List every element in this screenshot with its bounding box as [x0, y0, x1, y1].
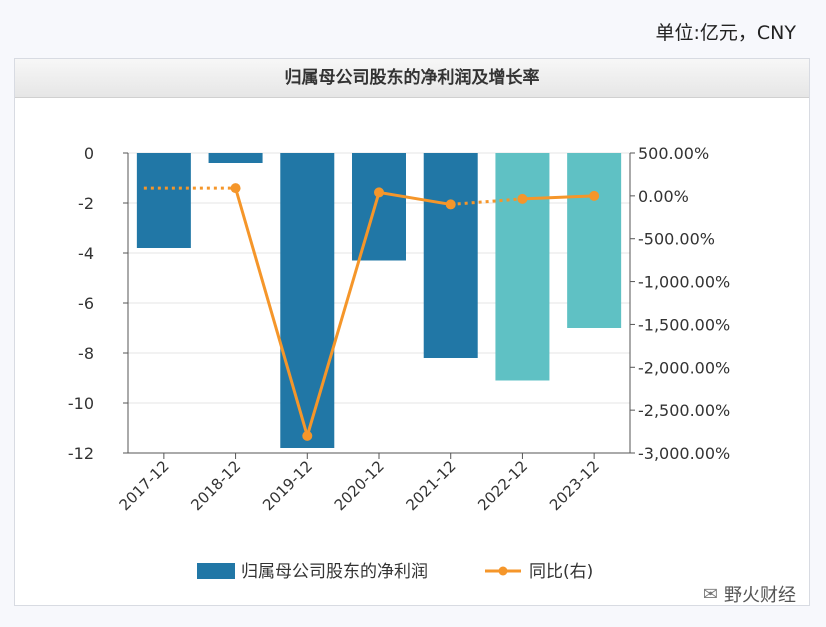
legend-swatch-bar	[197, 563, 235, 579]
x-tick-label: 2019-12	[259, 457, 316, 514]
legend-swatch-point	[498, 566, 508, 576]
legend-label-bar: 归属母公司股东的净利润	[241, 562, 428, 582]
combo-chart: 0 -2 -4 -6 -8 -10 -12 500.00% 0.00% -500.00% -1,00…	[68, 144, 730, 582]
x-tick-label: 2017-12	[116, 457, 173, 514]
right-tick-label: -500.00%	[638, 230, 715, 249]
left-tick-label: -4	[78, 244, 94, 263]
right-tick-label: -1,000.00%	[638, 273, 730, 292]
right-tick-label: 500.00%	[638, 144, 709, 163]
legend-label-line: 同比(右)	[529, 562, 593, 582]
line-point-yoy	[517, 193, 528, 204]
chart-panel: 归属母公司股东的净利润及增长率 0 -2 -4 -6 -8 -10 -12 500.00% 0.…	[14, 58, 810, 606]
line-point-yoy	[445, 199, 456, 210]
x-tick-label: 2022-12	[474, 457, 531, 514]
right-tick-label: 0.00%	[638, 187, 689, 206]
bar-net-profit	[352, 153, 406, 261]
bar-net-profit	[495, 153, 550, 381]
left-tick-label: 0	[84, 144, 94, 163]
line-point-yoy	[230, 183, 241, 194]
x-tick-label: 2021-12	[402, 457, 459, 514]
left-tick-label: -12	[68, 444, 94, 463]
line-point-yoy	[589, 190, 600, 201]
right-tick-label: -2,500.00%	[638, 401, 730, 420]
unit-label: 单位:亿元，CNY	[655, 22, 797, 44]
right-tick-label: -1,500.00%	[638, 315, 730, 334]
left-tick-label: -6	[78, 294, 94, 313]
x-tick-label: 2020-12	[331, 457, 388, 514]
right-tick-label: -2,000.00%	[638, 358, 730, 377]
left-tick-label: -8	[78, 344, 94, 363]
bar-net-profit	[280, 153, 335, 448]
x-tick-label: 2018-12	[187, 457, 244, 514]
x-tick-label: 2023-12	[546, 457, 603, 514]
line-point-yoy	[302, 430, 313, 441]
left-tick-label: -2	[78, 194, 94, 213]
bar-net-profit	[423, 153, 478, 358]
wechat-icon: ✉	[702, 583, 718, 605]
right-tick-label: -3,000.00%	[638, 444, 730, 463]
line-point-yoy	[374, 187, 384, 198]
left-tick-label: -10	[68, 394, 94, 413]
bar-net-profit	[567, 153, 622, 328]
bar-net-profit	[208, 153, 263, 163]
bar-net-profit	[136, 153, 191, 248]
watermark: ✉ 野火财经	[703, 581, 796, 607]
watermark-text: 野火财经	[724, 585, 796, 606]
